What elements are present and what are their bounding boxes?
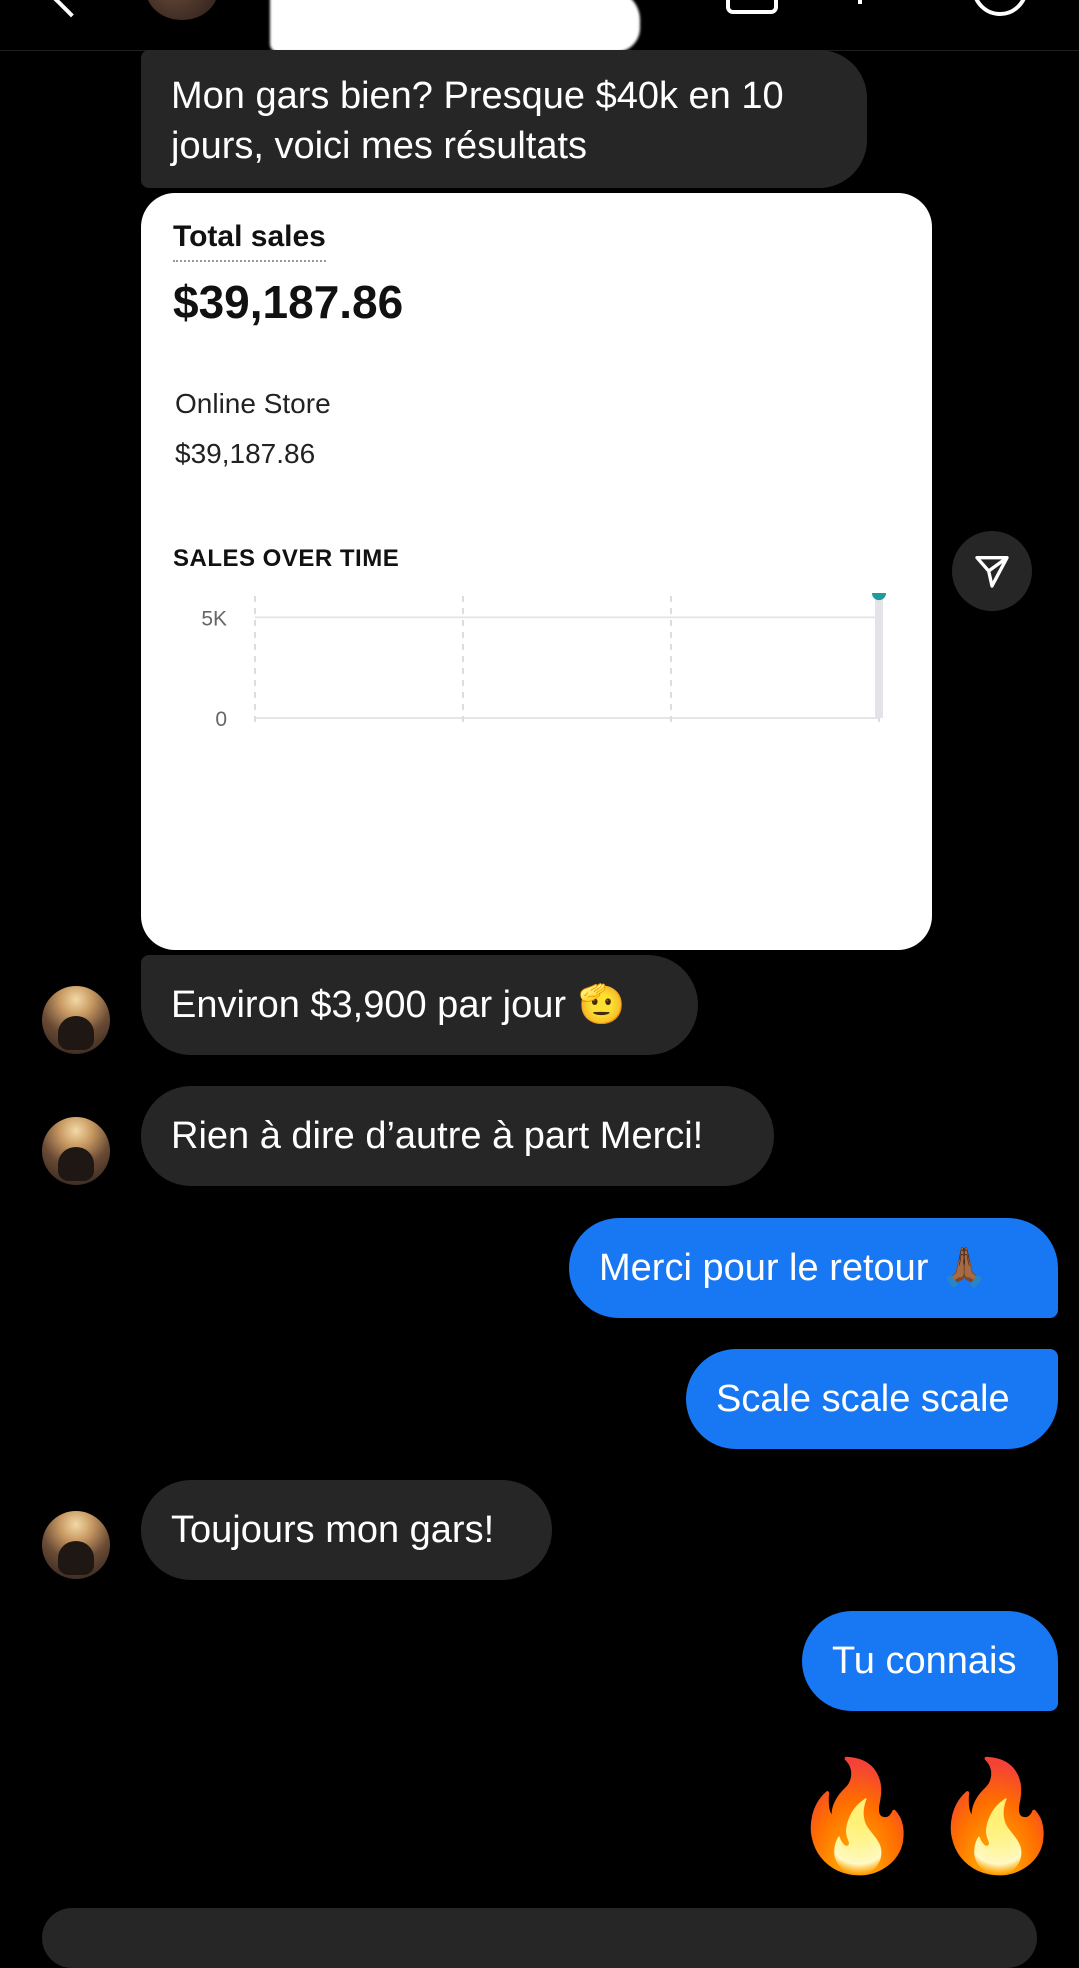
chevron-left-icon[interactable] [53,0,90,17]
channel-label: Online Store [175,388,331,420]
hover-indicator [875,593,883,718]
fire-emoji[interactable]: 🔥 [930,1756,1064,1876]
total-sales-label: Total sales [173,220,326,262]
y-tick-label: 5K [201,607,227,630]
data-point [872,593,886,600]
sales-line-chart: 05K10K15K [141,593,932,950]
saluting-face-emoji: 🫡 [578,980,625,1030]
message-bubble-sent[interactable]: Scale scale scale [686,1349,1058,1449]
message-text: Environ $3,900 par jour [171,980,566,1030]
message-text: Rien à dire d’autre à part Merci! [171,1111,703,1161]
chat-header [0,0,1079,51]
shared-sales-card[interactable]: Total sales $39,187.86 Online Store $39,… [141,193,932,950]
total-sales-value: $39,187.86 [173,275,403,329]
avatar[interactable] [42,1511,110,1579]
message-text: jours, voici mes résultats [171,121,587,171]
chart-title: SALES OVER TIME [173,545,399,573]
info-icon[interactable] [972,0,1028,16]
message-bubble-sent[interactable]: Merci pour le retour 🙏🏾 [569,1218,1058,1318]
message-composer[interactable] [42,1908,1037,1968]
channel-value: $39,187.86 [175,438,315,470]
video-call-icon[interactable] [726,0,778,14]
paper-plane-icon [972,551,1012,591]
header-avatar[interactable] [146,0,218,20]
message-text: Scale scale scale [716,1374,1010,1424]
phone-icon[interactable] [858,0,862,4]
message-bubble-received[interactable]: Toujours mon gars! [141,1480,552,1580]
redacted-username [270,0,640,52]
message-bubble-received[interactable]: Environ $3,900 par jour 🫡 [141,955,698,1055]
message-text: Merci pour le retour [599,1243,928,1293]
avatar[interactable] [42,1117,110,1185]
avatar[interactable] [42,986,110,1054]
fire-emoji[interactable]: 🔥 [790,1756,924,1876]
message-text: Mon gars bien? Presque $40k en 10 [171,71,784,121]
message-bubble-received[interactable]: Rien à dire d’autre à part Merci! [141,1086,774,1186]
folded-hands-emoji: 🙏🏾 [940,1243,987,1293]
message-bubble-sent[interactable]: Tu connais [802,1611,1058,1711]
message-text: Toujours mon gars! [171,1505,494,1555]
share-button[interactable] [952,531,1032,611]
message-text: Tu connais [832,1636,1016,1686]
message-bubble-received[interactable]: Mon gars bien? Presque $40k en 10 jours,… [141,50,867,188]
y-tick-label: 0 [215,708,227,731]
